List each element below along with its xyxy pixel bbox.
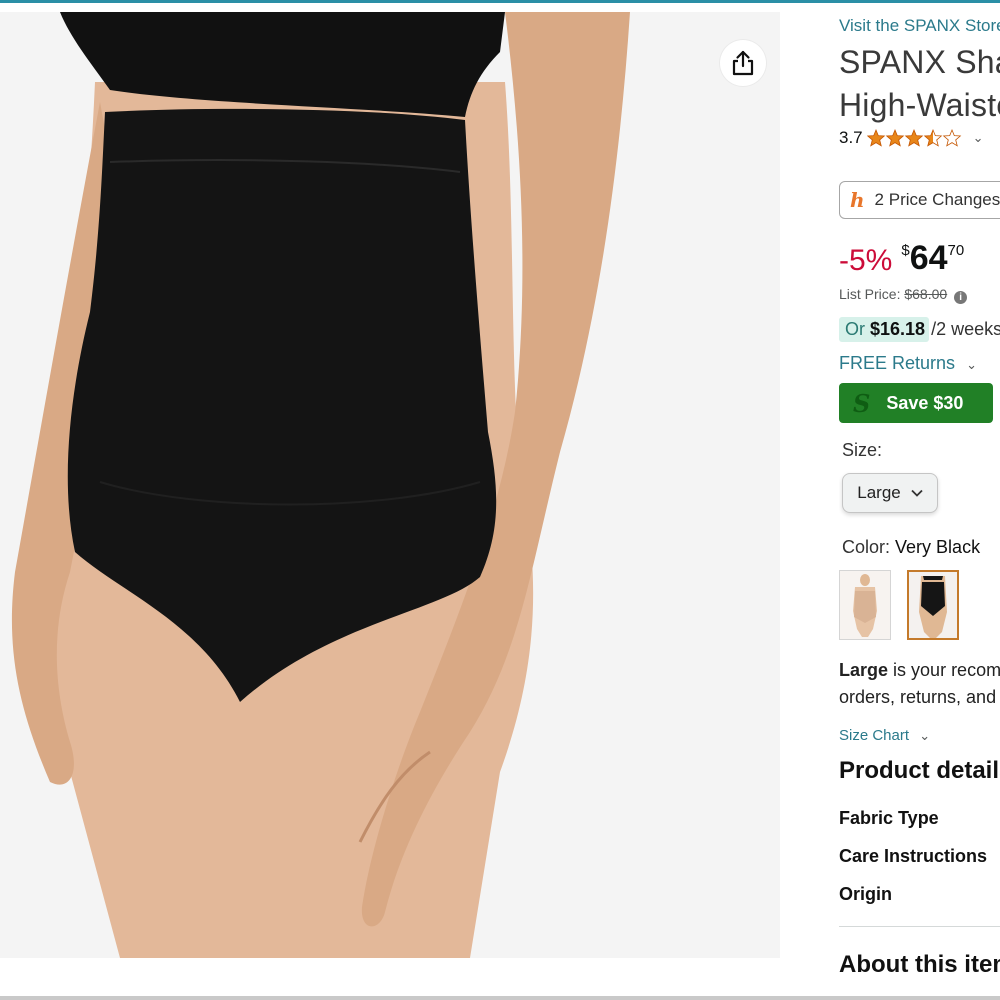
installment-amount: $16.18: [870, 319, 926, 339]
attribute-origin: Origin: [839, 884, 892, 904]
size-chart-link[interactable]: Size Chart ⌄: [839, 727, 930, 744]
size-recommendation: Large is your recommended size: [839, 660, 1000, 681]
about-item-heading: About this item: [839, 951, 1000, 978]
honey-icon: h: [850, 188, 865, 212]
installment-badge: Or $16.18: [839, 317, 930, 342]
installment-prefix: Or: [845, 319, 865, 339]
installment-offer: Or $16.18 /2 weeks: [839, 317, 1000, 342]
star-rating-icon: [866, 129, 961, 147]
section-divider: [839, 926, 1000, 927]
product-details-panel: Visit the SPANX Store SPANX Shapewear Hi…: [839, 0, 1000, 1000]
size-chart-label: Size Chart: [839, 727, 910, 744]
discount-percent: -5%: [839, 244, 893, 277]
list-price: List Price: $68.00 i: [839, 286, 968, 304]
swatch-thumbnail: [840, 571, 890, 639]
product-title-line-1: SPANX Shapewear: [839, 44, 1000, 80]
list-price-value: $68.00: [904, 286, 948, 302]
share-button[interactable]: [720, 40, 766, 86]
color-swatch-nude[interactable]: [839, 570, 891, 640]
price-block: -5% $ 64 70: [839, 238, 964, 278]
size-dropdown[interactable]: Large: [842, 473, 938, 513]
installment-suffix: /2 weeks: [931, 319, 1000, 339]
price-changes-button[interactable]: h 2 Price Changes: [839, 181, 1000, 219]
rating-summary[interactable]: 3.7 ⌄: [839, 128, 984, 148]
size-selected-value: Large: [857, 483, 901, 502]
chevron-down-icon[interactable]: ⌄: [973, 130, 984, 146]
share-icon: [732, 50, 754, 76]
price-fraction: 70: [947, 242, 965, 259]
product-details-heading: Product details: [839, 757, 1000, 784]
product-main-image[interactable]: [0, 12, 780, 958]
chevron-down-icon: ⌄: [966, 357, 977, 372]
rating-value: 3.7: [839, 128, 863, 147]
attribute-fabric-type: Fabric Type: [839, 808, 939, 828]
color-swatch-very-black[interactable]: [907, 570, 959, 640]
recommendation-line-2: orders, returns, and: [839, 687, 997, 707]
save-logo-icon: S: [853, 388, 871, 418]
free-returns-link[interactable]: FREE Returns ⌄: [839, 353, 977, 374]
swatch-thumbnail: [909, 572, 957, 638]
star-rating: [866, 128, 963, 148]
color-value: Very Black: [895, 537, 981, 557]
info-icon[interactable]: i: [954, 291, 968, 304]
color-label-row: Color: Very Black: [842, 537, 980, 558]
price-changes-label: 2 Price Changes: [874, 190, 1000, 209]
size-label: Size:: [842, 440, 883, 460]
recommendation-text: is your recommended size: [893, 660, 1000, 680]
product-title-line-2: High-Waisted: [839, 87, 1000, 123]
save-button-label: Save $30: [886, 392, 964, 413]
visit-store-link[interactable]: Visit the SPANX Store: [839, 16, 1000, 36]
price-currency: $: [901, 242, 910, 259]
price-whole: 64: [909, 239, 948, 277]
list-price-label: List Price:: [839, 286, 901, 302]
free-returns-label: FREE Returns: [839, 353, 956, 373]
recommended-size: Large: [839, 660, 889, 680]
save-button[interactable]: S Save $30: [839, 383, 993, 423]
chevron-down-icon: [911, 489, 923, 497]
model-photo: [11, 12, 630, 958]
bottom-scroll-edge: [0, 996, 1000, 1000]
color-label: Color:: [842, 537, 891, 557]
attribute-care-instructions: Care Instructions: [839, 846, 988, 866]
chevron-down-icon: ⌄: [919, 728, 931, 743]
